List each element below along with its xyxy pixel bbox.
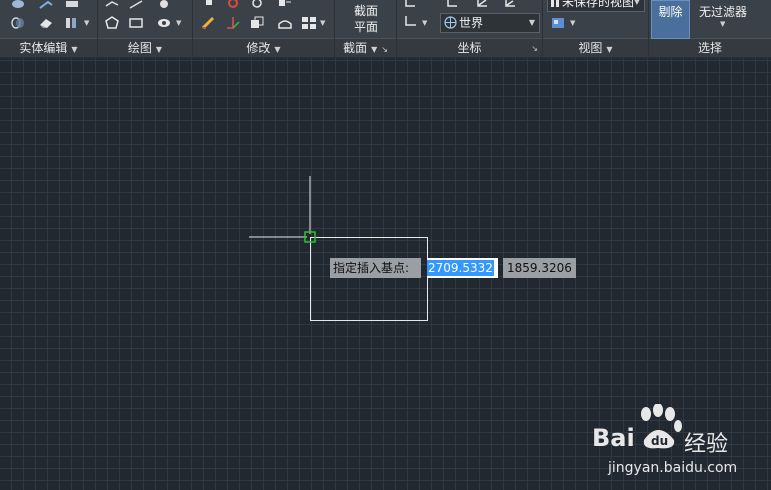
remove-button[interactable]: 剔除 [651, 0, 690, 39]
extract-edges-icon[interactable] [38, 0, 54, 14]
panel-title-view[interactable]: 视图 ▼ [543, 38, 648, 57]
rotate-icon[interactable] [225, 0, 241, 14]
named-view-value: 未保存的视图 [562, 0, 635, 9]
globe-icon [444, 16, 457, 29]
watermark-brand-tail: 经验 [684, 432, 729, 457]
scale-icon[interactable] [225, 16, 241, 30]
command-prompt-tooltip: 指定插入基点: [330, 258, 421, 278]
panel-view: 未保存的视图 ▼ ▼ 视图 ▼ [543, 0, 649, 57]
view-icon [550, 0, 560, 9]
stretch-icon[interactable] [277, 16, 293, 30]
panel-modify: ▼ 修改 ▼ [193, 0, 335, 57]
x-coordinate-input[interactable]: 2709.5332 [427, 258, 498, 278]
baidu-jingyan-watermark: du Bai 经验 jingyan.baidu.com [592, 404, 762, 484]
eraser-icon[interactable] [38, 16, 54, 30]
copy-icon[interactable] [249, 16, 265, 30]
line-icon[interactable] [128, 0, 144, 14]
svg-text:du: du [651, 434, 668, 448]
panel-title-modify[interactable]: 修改 ▼ [193, 38, 334, 57]
coordinate-system-select[interactable]: 世界 ▼ [440, 13, 540, 33]
launcher-icon[interactable]: ↘ [531, 44, 538, 53]
panel-draw: ▼ 绘图 ▼ [98, 0, 193, 57]
trim-icon[interactable] [201, 16, 217, 30]
panel-coordinates: ▼ 世界 ▼ 坐标 ↘ [397, 0, 543, 57]
polygon-icon[interactable] [104, 16, 120, 30]
solid-intersect-icon[interactable] [10, 16, 26, 30]
viewport-icon[interactable] [551, 16, 567, 30]
ucs-icon[interactable] [403, 0, 419, 14]
chevron-down-icon: ▼ [71, 45, 78, 54]
chevron-down-icon[interactable]: ▼ [84, 19, 89, 27]
array-icon[interactable] [277, 0, 293, 14]
grid-array-icon[interactable] [301, 16, 317, 30]
chevron-down-icon: ▼ [633, 0, 640, 6]
chevron-down-icon: ▼ [606, 45, 613, 54]
panel-solid-editing: ▼ 实体编辑 ▼ [0, 0, 98, 57]
chevron-down-icon[interactable]: ▼ [570, 19, 575, 27]
chevron-down-icon[interactable]: ▼ [320, 19, 325, 27]
chevron-down-icon: ▼ [274, 45, 281, 54]
watermark-brand: Bai [592, 424, 635, 452]
panel-title-section[interactable]: 截面 ▼ ↘ [335, 38, 396, 57]
ucs-x-icon[interactable] [475, 0, 491, 14]
x-coordinate-value: 2709.5332 [427, 260, 494, 276]
ucs-z-icon[interactable] [503, 0, 519, 14]
panel-title-selection: 选择 [649, 38, 771, 57]
ucs-world-icon[interactable] [403, 14, 419, 28]
panel-title-draw[interactable]: 绘图 ▼ [98, 38, 192, 57]
ribbon: ▼ 实体编辑 ▼ ▼ 绘图 ▼ ▼ 修改 ▼ 截面 平面 截面 ▼ ↘ ▼ 世界… [0, 0, 771, 58]
remove-button-label: 剔除 [658, 5, 683, 19]
watermark-url: jingyan.baidu.com [608, 460, 738, 476]
panel-section: 截面 平面 截面 ▼ ↘ [335, 0, 397, 57]
rectangle-icon[interactable] [128, 16, 144, 30]
drawing-canvas[interactable]: 指定插入基点: 2709.5332 1859.3206 du Bai 经验 ji… [0, 58, 771, 490]
launcher-icon[interactable]: ↘ [381, 45, 388, 54]
eye-icon[interactable] [156, 16, 172, 30]
named-view-select[interactable]: 未保存的视图 ▼ [547, 0, 645, 12]
section-plane-button[interactable]: 截面 平面 [335, 0, 397, 38]
paw-logo-icon: du [641, 404, 682, 449]
panel-title-solid-editing[interactable]: 实体编辑 ▼ [0, 38, 97, 57]
y-coordinate-input[interactable]: 1859.3206 [503, 258, 576, 278]
section-plane-line1: 截面 [354, 4, 379, 18]
ucs-origin-icon[interactable] [445, 0, 461, 14]
coordinate-system-value: 世界 [459, 16, 484, 30]
solid-separate-icon[interactable] [64, 0, 80, 14]
polyline-icon[interactable] [104, 0, 120, 14]
slice-icon[interactable] [64, 16, 80, 30]
chevron-down-icon: ▼ [528, 18, 535, 27]
chevron-down-icon: ▼ [155, 45, 163, 54]
chevron-down-icon[interactable]: ▼ [720, 20, 725, 28]
filter-select[interactable]: 无过滤器 [699, 3, 747, 20]
chevron-down-icon[interactable]: ▼ [176, 19, 181, 27]
chevron-down-icon: ▼ [371, 45, 378, 54]
panel-title-coordinates: 坐标 [397, 38, 542, 57]
chevron-down-icon[interactable]: ▼ [422, 19, 427, 27]
preview-rectangle [310, 237, 428, 321]
section-plane-line2: 平面 [354, 20, 379, 34]
circle-icon[interactable] [156, 0, 172, 14]
fillet-icon[interactable] [249, 0, 265, 14]
solid-union-icon[interactable] [10, 0, 26, 14]
move-icon[interactable] [201, 0, 217, 14]
